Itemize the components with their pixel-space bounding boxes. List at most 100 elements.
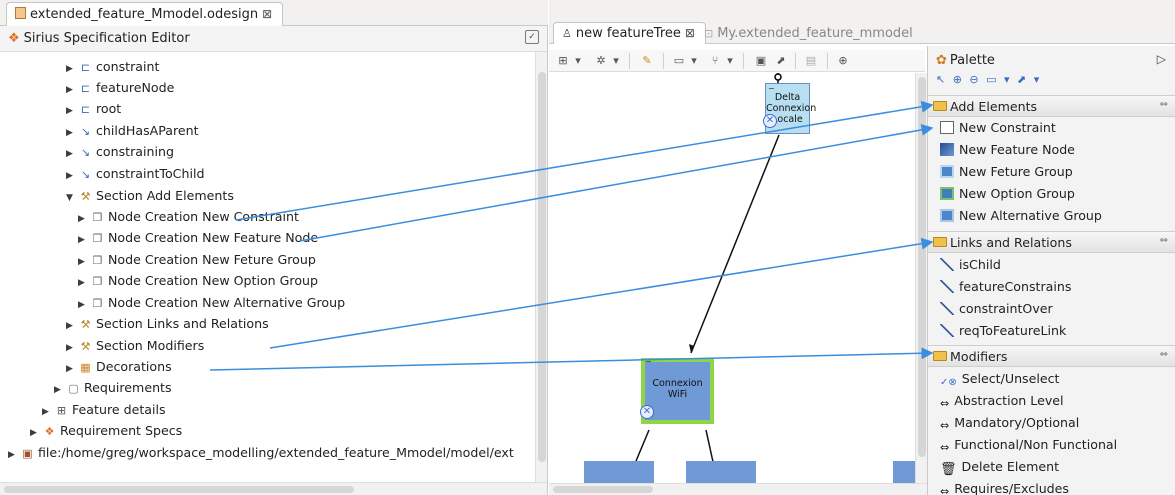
node-mapping-icon: ⊏: [80, 82, 91, 95]
palette-item-new-alternative-group[interactable]: New Alternative Group: [940, 205, 1102, 226]
expand-arrow-icon[interactable]: ▶: [66, 316, 78, 337]
drawer-modifiers[interactable]: Modifiers ⇔: [928, 345, 1175, 367]
drawer-label: Add Elements: [950, 99, 1038, 114]
canvas-horizontal-scrollbar[interactable]: [549, 483, 927, 495]
tree-item[interactable]: ▶ ⊏ constraint: [66, 56, 159, 77]
tree-item-label: featureNode: [96, 80, 175, 95]
tree-item[interactable]: ▶ ⊏ root: [66, 98, 121, 119]
tree-item[interactable]: ▶ ❐ Node Creation New Alternative Group: [78, 292, 345, 313]
pin-drawer-icon[interactable]: ⇔: [1160, 235, 1168, 246]
dropdown-icon[interactable]: ▾: [611, 53, 621, 69]
expand-arrow-icon[interactable]: ▶: [8, 445, 20, 466]
diagram-canvas[interactable]: − Delta Connexion Locale ✕ − Connexion W…: [549, 73, 915, 483]
scroll-thumb[interactable]: [538, 72, 546, 462]
tree-item[interactable]: ▶ ▦ Decorations: [66, 356, 172, 377]
edge-mapping-icon: ↘: [80, 125, 91, 138]
tree-item[interactable]: ▶ ↘ constraining: [66, 141, 174, 162]
expand-arrow-icon[interactable]: ▶: [78, 273, 90, 294]
palette-tool-row[interactable]: ↖ ⊕ ⊖ ▭ ▾ ⬈ ▾: [936, 73, 1166, 91]
tree-item[interactable]: ▶ ↘ constraintToChild: [66, 163, 204, 184]
tab-new-featuretree[interactable]: ♙ new featureTree ⊠: [553, 22, 706, 44]
tree-vertical-scrollbar[interactable]: [535, 52, 547, 482]
tree-item[interactable]: ▶ ❐ Node Creation New Feture Group: [78, 249, 316, 270]
tab-my-extended-feature-mmodel[interactable]: ⊡ My.extended_feature_mmodel: [695, 22, 924, 44]
tree-item-section-modifiers[interactable]: ▶ ⚒ Section Modifiers: [66, 335, 204, 356]
close-icon[interactable]: ⊠: [685, 26, 695, 40]
tree-item-label: root: [96, 101, 122, 116]
odesign-file-icon: [15, 7, 26, 19]
tab-my-extended-label: My.extended_feature_mmodel: [717, 26, 913, 41]
pin-drawer-icon[interactable]: ⇔: [1160, 349, 1168, 360]
tree-item[interactable]: ▶ ↘ childHasAParent: [66, 120, 199, 141]
feature-node-partial[interactable]: [893, 461, 915, 483]
palette-item-featureconstrains[interactable]: featureConstrains: [940, 276, 1071, 297]
refresh-icon[interactable]: ⬈: [773, 53, 789, 69]
tree-item-section-links[interactable]: ▶ ⚒ Section Links and Relations: [66, 313, 269, 334]
collapse-arrow-icon[interactable]: ▼: [66, 188, 78, 209]
drawer-add-elements[interactable]: Add Elements ⇔: [928, 95, 1175, 117]
scroll-thumb[interactable]: [918, 77, 926, 457]
arrange-icon[interactable]: ⊞: [555, 53, 571, 69]
palette-item-new-constraint[interactable]: New Constraint: [940, 117, 1056, 138]
canvas-vertical-scrollbar[interactable]: [915, 73, 927, 483]
expand-arrow-icon[interactable]: ▶: [66, 166, 78, 187]
palette-item-delete-element[interactable]: 🗑 Delete Element: [940, 456, 1059, 477]
palette-item-new-option-group[interactable]: New Option Group: [940, 183, 1075, 204]
palette-item-ischild[interactable]: isChild: [940, 254, 1001, 275]
dropdown-icon[interactable]: ▾: [725, 53, 735, 69]
palette-item-constraintover[interactable]: constraintOver: [940, 298, 1053, 319]
drawer-links-and-relations[interactable]: Links and Relations ⇔: [928, 231, 1175, 253]
pin-icon[interactable]: ✎: [639, 53, 655, 69]
toolbar-separator: [743, 53, 744, 69]
layer-icon[interactable]: ▭: [671, 53, 687, 69]
palette-item-mandatory-optional[interactable]: ⇔ Mandatory/Optional: [940, 412, 1079, 433]
palette-item-functional-nonfunctional[interactable]: ⇔ Functional/Non Functional: [940, 434, 1117, 455]
tree-item[interactable]: ▶ ❐ Node Creation New Constraint: [78, 206, 299, 227]
scroll-thumb[interactable]: [553, 486, 653, 493]
tree-item[interactable]: ▶ ▣ file:/home/greg/workspace_modelling/ex…: [8, 442, 514, 463]
edge[interactable]: [690, 134, 780, 354]
export-image-icon[interactable]: ▣: [753, 53, 769, 69]
palette-item-reqtofeaturelink[interactable]: reqToFeatureLink: [940, 320, 1066, 341]
palette-item-label: Functional/Non Functional: [954, 437, 1118, 452]
tree-item[interactable]: ▶ ⊞ Feature details: [42, 399, 166, 420]
close-icon[interactable]: ⊠: [262, 7, 272, 21]
collapse-all-icon[interactable]: ✓: [525, 30, 539, 44]
palette-item-new-feature-node[interactable]: New Feature Node: [940, 139, 1075, 160]
copy-format-icon[interactable]: ▤: [803, 53, 819, 69]
palette-header: ✿ Palette ▷: [928, 51, 1175, 71]
palette-item-new-feture-group[interactable]: New Feture Group: [940, 161, 1073, 182]
tree-item[interactable]: ▶ ❐ Node Creation New Feature Node: [78, 227, 318, 248]
tree-horizontal-scrollbar[interactable]: [0, 482, 547, 495]
expand-arrow-icon[interactable]: ▶: [54, 380, 66, 401]
tab-odesign[interactable]: extended_feature_Mmodel.odesign ⊠: [6, 2, 284, 26]
tree-item[interactable]: ▶ ❖ Requirement Specs: [30, 420, 182, 441]
tree-item-section-add-elements[interactable]: ▼ ⚒ Section Add Elements: [66, 185, 234, 206]
palette-item-requires-excludes[interactable]: ⇔ Requires/Excludes: [940, 478, 1069, 495]
feature-node-partial[interactable]: [584, 461, 654, 483]
expand-arrow-icon[interactable]: ▶: [66, 144, 78, 165]
route-icon[interactable]: ⑂: [707, 53, 723, 69]
layer-icon: ▢: [68, 382, 79, 395]
dropdown-icon[interactable]: ▾: [573, 53, 583, 69]
dropdown-icon[interactable]: ▾: [689, 53, 699, 69]
collapse-icon[interactable]: −: [645, 358, 652, 366]
collapse-palette-icon[interactable]: ▷: [1157, 52, 1166, 66]
expand-arrow-icon[interactable]: ▶: [78, 230, 90, 251]
expand-arrow-icon[interactable]: ▶: [30, 423, 42, 444]
table-icon: ⊞: [56, 404, 67, 417]
filter-icon[interactable]: ✲: [593, 53, 609, 69]
collapse-icon[interactable]: −: [768, 85, 775, 93]
tree-item[interactable]: ▶ ⊏ featureNode: [66, 77, 174, 98]
tree-item-label: constraining: [96, 144, 174, 159]
feature-node-partial[interactable]: [686, 461, 756, 483]
scroll-thumb[interactable]: [4, 486, 354, 493]
zoom-icon[interactable]: ⊕: [835, 53, 851, 69]
tree-item[interactable]: ▶ ❐ Node Creation New Option Group: [78, 270, 318, 291]
palette-title-label: Palette: [949, 53, 995, 68]
tree-item[interactable]: ▶ ▢ Requirements: [54, 377, 172, 398]
palette-item-select-unselect[interactable]: ✓⊗ Select/Unselect: [940, 368, 1059, 389]
expand-arrow-icon[interactable]: ▶: [66, 101, 78, 122]
pin-drawer-icon[interactable]: ⇔: [1160, 99, 1168, 110]
palette-item-abstraction-level[interactable]: ⇔ Abstraction Level: [940, 390, 1064, 411]
